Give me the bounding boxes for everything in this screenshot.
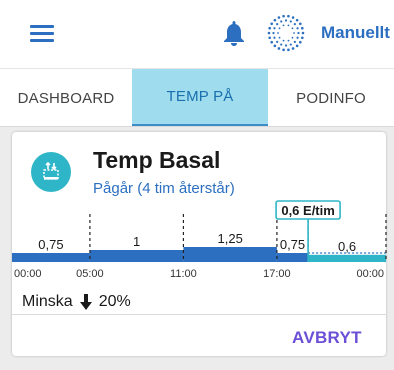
adjust-row: Minska 20% [22,293,131,311]
top-app-bar: Manuellt [0,0,394,68]
basal-chart: 0,75 1 1,25 0,75 0,6 0,6 E/tim 00:00 05:00 11:00… [12,200,387,280]
x-tick-label: 17:00 [263,268,291,280]
temp-basal-icon [31,152,71,192]
basal-bar [12,253,90,262]
adjust-label: Minska [22,293,73,310]
card-divider [12,314,386,315]
tab-bar: DASHBOARD TEMP PÅ PODINFO [0,68,394,127]
tab-dashboard[interactable]: DASHBOARD [0,69,132,127]
menu-icon[interactable] [30,22,56,44]
bell-icon[interactable] [223,20,245,46]
current-rate-label: 0,6 E/tim [281,203,334,218]
x-tick-label: 05:00 [76,268,104,280]
basal-bar [276,253,309,262]
segment-value-label: 0,75 [38,237,63,252]
basal-bar [183,247,277,262]
basal-bar [89,250,184,262]
segment-value-label: 0,6 [338,239,356,254]
x-tick-label: 11:00 [170,268,197,280]
cancel-button[interactable]: AVBRYT [292,328,362,348]
segment-value-label: 0,75 [280,237,305,252]
x-tick-label: 00:00 [14,268,42,280]
x-tick-label: 00:00 [356,268,384,280]
adjust-value: 20% [98,293,131,310]
segment-value-label: 1 [133,234,140,249]
pod-status-icon[interactable] [266,13,306,53]
temp-basal-bar [308,254,386,262]
tab-podinfo[interactable]: PODINFO [268,69,394,127]
card-title: Temp Basal [93,147,221,173]
mode-label[interactable]: Manuellt [321,23,390,43]
card-subtitle: Pågår (4 tim återstår) [93,180,235,197]
arrow-down-icon [79,294,92,310]
segment-value-label: 1,25 [218,231,243,246]
tab-temp-on[interactable]: TEMP PÅ [132,69,268,127]
